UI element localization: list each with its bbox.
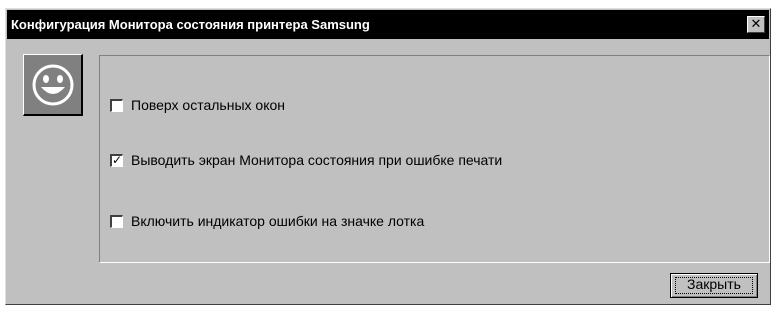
smiley-face-icon — [32, 64, 74, 106]
option-label: Поверх остальных окон — [131, 97, 285, 113]
option-always-on-top[interactable]: Поверх остальных окон — [110, 97, 285, 113]
title-close-button[interactable]: ✕ — [747, 16, 765, 33]
option-tray-error-indicator[interactable]: Включить индикатор ошибки на значке лотк… — [110, 213, 424, 229]
option-label: Выводить экран Монитора состояния при ош… — [131, 152, 503, 168]
close-button-label: Закрыть — [687, 276, 741, 292]
config-dialog-window: Конфигурация Монитора состояния принтера… — [5, 8, 771, 305]
checkmark-icon: ✓ — [112, 152, 123, 167]
option-label: Включить индикатор ошибки на значке лотк… — [131, 213, 425, 229]
close-button[interactable]: Закрыть — [670, 273, 758, 298]
checkbox-always-on-top[interactable] — [110, 98, 123, 112]
options-panel: Поверх остальных окон ✓ Выводить экран М… — [99, 55, 770, 263]
window-title: Конфигурация Монитора состояния принтера… — [11, 17, 370, 32]
title-bar[interactable]: Конфигурация Монитора состояния принтера… — [7, 10, 769, 39]
checkbox-tray-error-indicator[interactable] — [110, 214, 123, 228]
option-show-on-print-error[interactable]: ✓ Выводить экран Монитора состояния при … — [110, 152, 502, 168]
status-monitor-icon-box — [23, 54, 83, 116]
close-icon: ✕ — [750, 16, 762, 31]
checkbox-show-on-print-error[interactable]: ✓ — [110, 152, 123, 167]
